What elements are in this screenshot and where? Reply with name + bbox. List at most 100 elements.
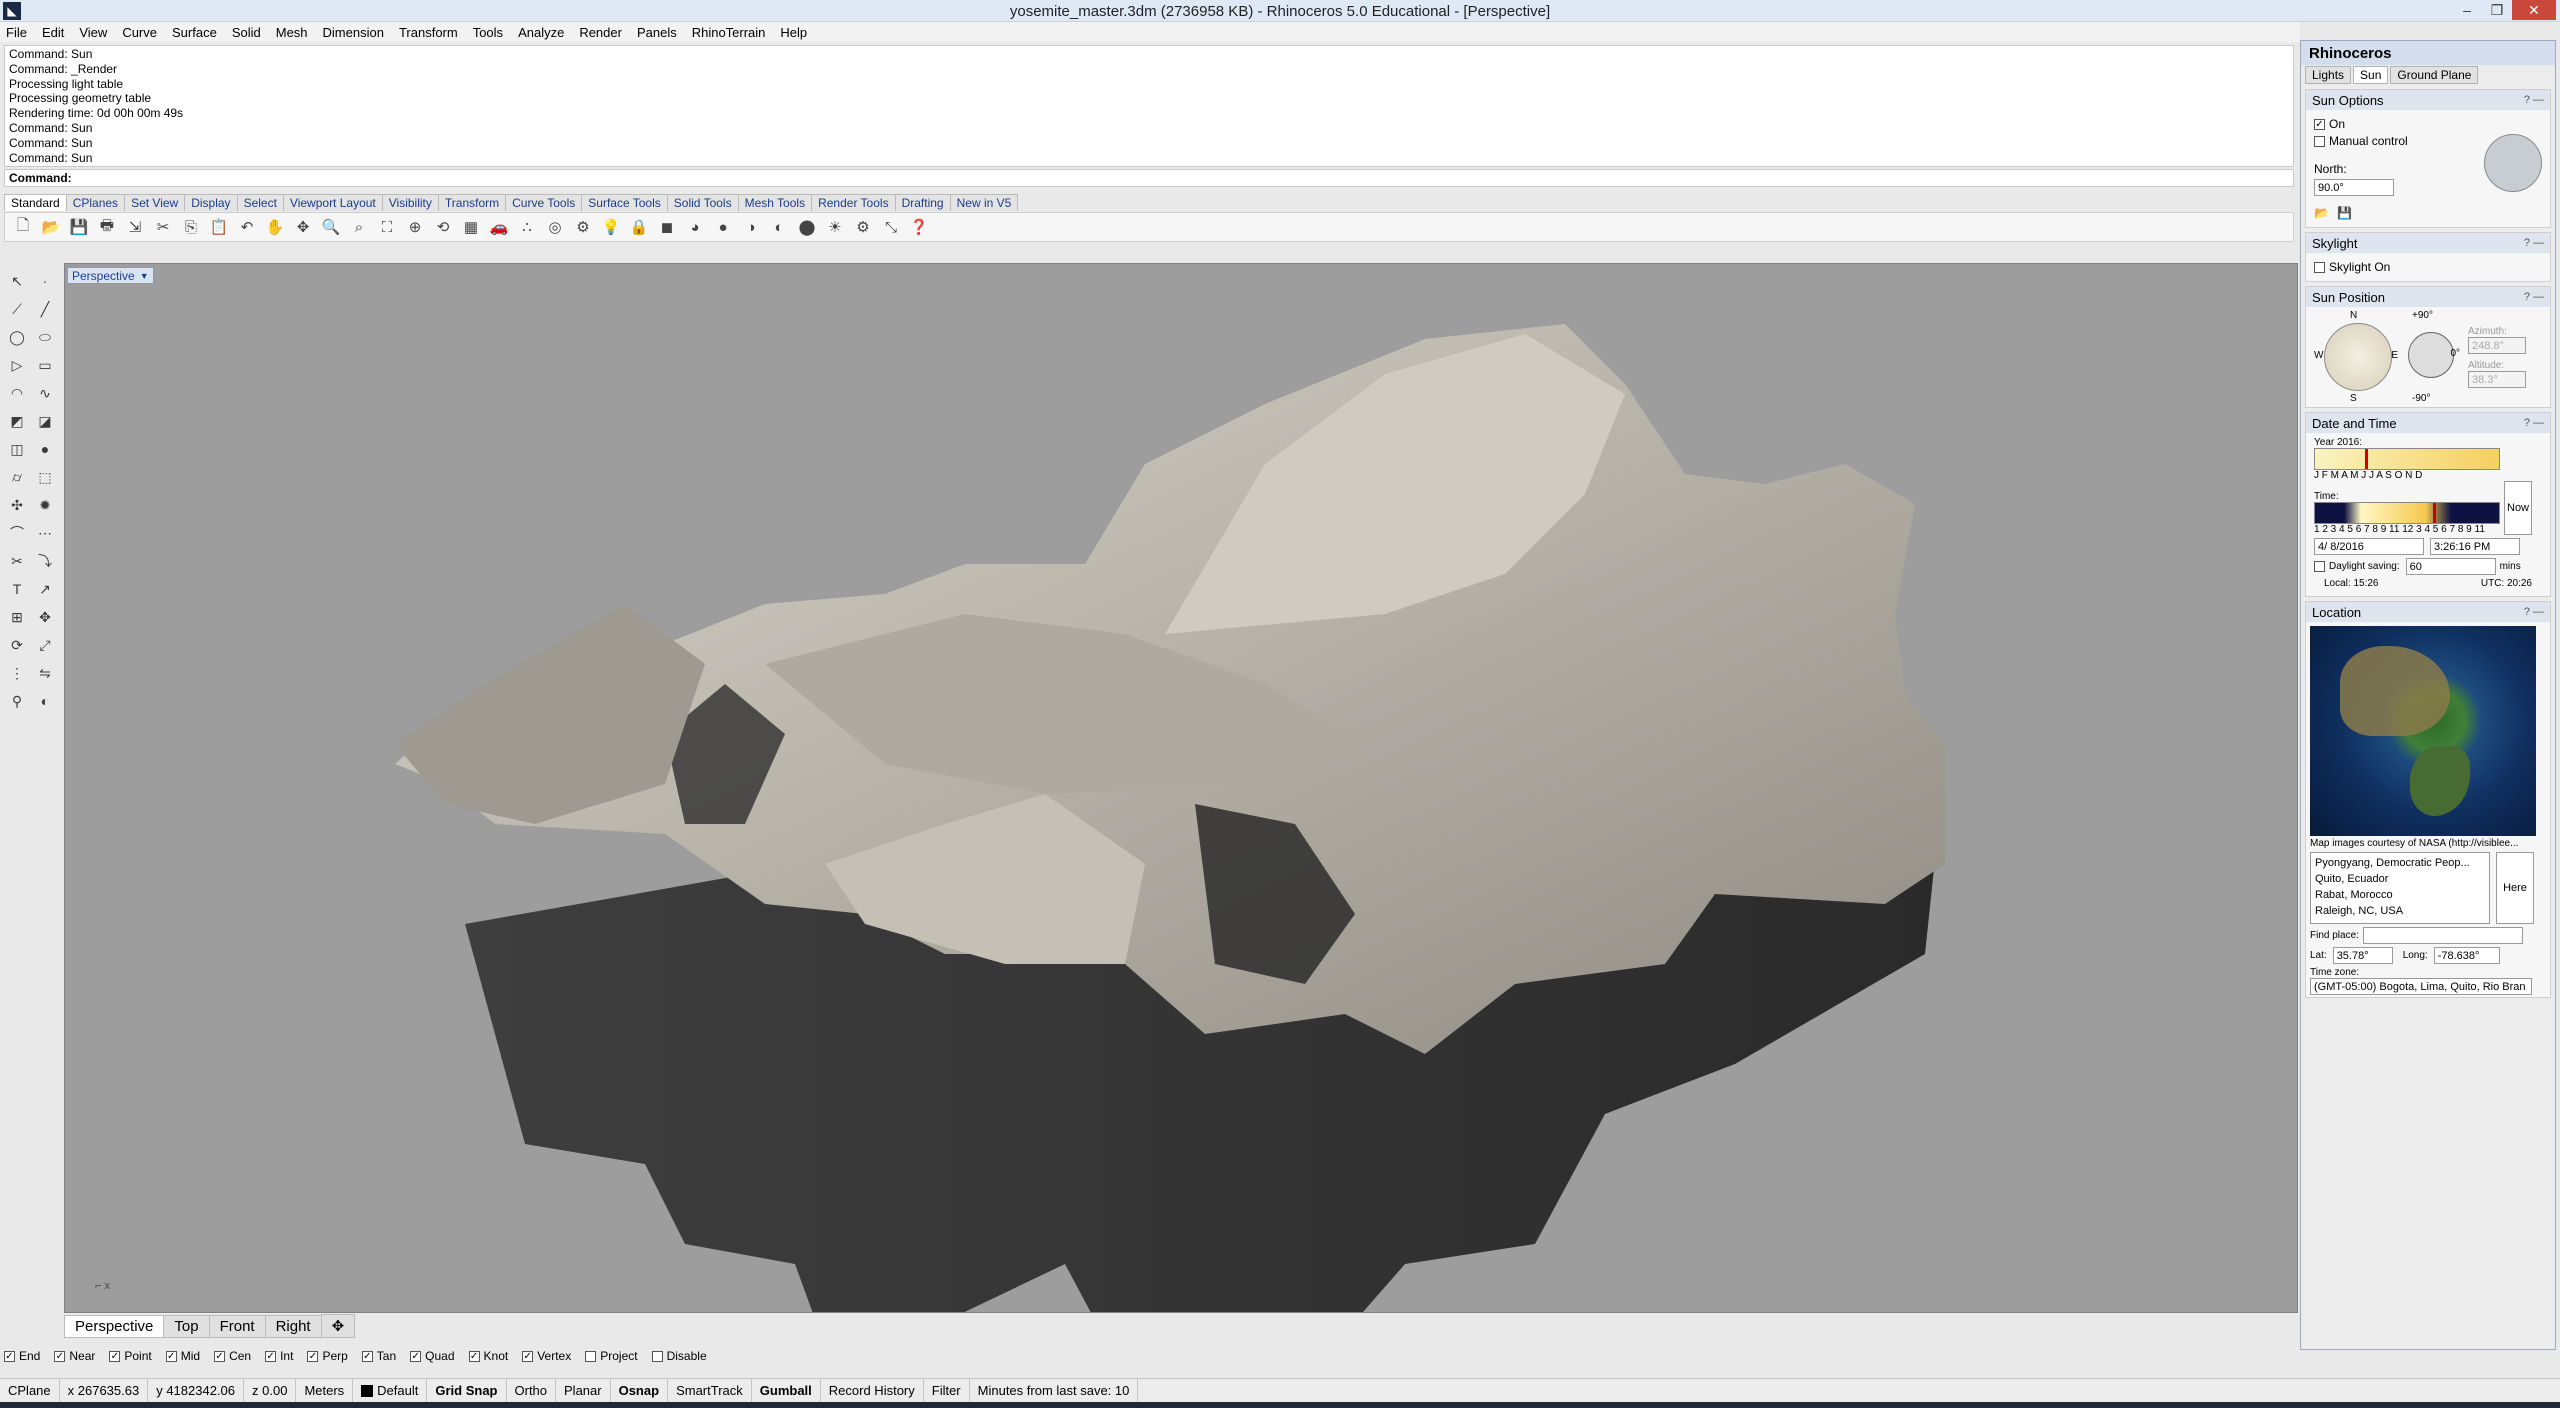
surface-icon[interactable]: ◩ <box>4 408 30 434</box>
manual-control-checkbox[interactable]: Manual control <box>2314 134 2408 148</box>
tab-standard[interactable]: Standard <box>4 194 67 211</box>
rectangle-icon[interactable]: ▭ <box>32 352 58 378</box>
undo-icon[interactable]: ↶ <box>235 215 259 239</box>
surface-from-curves-icon[interactable]: ◪ <box>32 408 58 434</box>
circle-icon[interactable]: ◯ <box>4 324 30 350</box>
menu-solid[interactable]: Solid <box>232 25 261 40</box>
osnap-int[interactable]: ✓ Int <box>265 1349 293 1363</box>
array-icon[interactable]: ⋮ <box>4 660 30 686</box>
smarttrack-toggle[interactable]: SmartTrack <box>668 1379 752 1402</box>
car-icon[interactable]: 🚗 <box>487 215 511 239</box>
skylight-checkbox[interactable]: Skylight On <box>2314 260 2542 274</box>
sun-on-checkbox[interactable]: ✓ On <box>2314 117 2408 131</box>
tab-solid-tools[interactable]: Solid Tools <box>666 194 739 211</box>
time-slider[interactable] <box>2314 502 2500 524</box>
north-input[interactable]: 90.0° <box>2314 179 2394 196</box>
options-icon[interactable]: ⚙ <box>851 215 875 239</box>
find-place-input[interactable] <box>2362 927 2523 944</box>
menu-help[interactable]: Help <box>780 25 807 40</box>
tab-viewport-layout[interactable]: Viewport Layout <box>282 194 383 211</box>
menu-analyze[interactable]: Analyze <box>518 25 564 40</box>
menu-edit[interactable]: Edit <box>42 25 64 40</box>
list-item[interactable]: Raleigh, NC, USA <box>2315 903 2485 919</box>
status-cplane[interactable]: CPlane <box>0 1379 60 1402</box>
list-item[interactable]: Pyongyang, Democratic Peop... <box>2315 855 2485 871</box>
line-icon[interactable]: ╱ <box>32 296 58 322</box>
pan-icon[interactable]: ✋ <box>263 215 287 239</box>
tab-select[interactable]: Select <box>236 194 284 211</box>
tab-surface-tools[interactable]: Surface Tools <box>581 194 668 211</box>
shaded-sphere-icon[interactable]: ◑ <box>739 215 763 239</box>
render-icon[interactable]: ☀ <box>823 215 847 239</box>
osnap-knot[interactable]: ✓ Knot <box>468 1349 508 1363</box>
tab-lights[interactable]: Lights <box>2305 66 2352 84</box>
rotate-icon[interactable]: ⟳ <box>4 632 30 658</box>
osnap-quad[interactable]: ✓ Quad <box>410 1349 455 1363</box>
move-icon[interactable]: ✥ <box>32 604 58 630</box>
extrude-icon[interactable]: ⬚ <box>32 464 58 490</box>
save-icon[interactable]: 💾 <box>67 215 91 239</box>
menu-file[interactable]: File <box>6 25 27 40</box>
select-icon[interactable]: ◎ <box>543 215 567 239</box>
help-icon[interactable]: ? — <box>2524 606 2544 618</box>
year-slider[interactable] <box>2314 448 2500 470</box>
zoom-extents-icon[interactable]: ⛶ <box>375 215 399 239</box>
print-icon[interactable]: 🖶 <box>95 215 119 239</box>
azimuth-input[interactable]: 248.8° <box>2468 337 2526 354</box>
menu-tools[interactable]: Tools <box>473 25 503 40</box>
daylight-checkbox[interactable] <box>2314 561 2325 572</box>
zoom-selected-icon[interactable]: ⊕ <box>403 215 427 239</box>
copy-icon[interactable]: ⎘ <box>179 215 203 239</box>
tab-visibility[interactable]: Visibility <box>381 194 439 211</box>
status-layer[interactable]: Default <box>353 1379 428 1402</box>
perspective-viewport[interactable]: Perspective ▼ ⌐ x <box>64 263 2298 1313</box>
timezone-select[interactable]: (GMT-05:00) Bogota, Lima, Quito, Rio Bra… <box>2310 978 2532 995</box>
render-sphere-icon[interactable]: ⬤ <box>795 215 819 239</box>
menu-dimension[interactable]: Dimension <box>323 25 384 40</box>
sun-azimuth-dial[interactable] <box>2324 323 2392 391</box>
render-tool-icon[interactable]: ◐ <box>32 688 58 714</box>
help-icon[interactable]: ? — <box>2524 291 2544 303</box>
material-icon[interactable]: ● <box>711 215 735 239</box>
tab-render-tools[interactable]: Render Tools <box>811 194 896 211</box>
menu-transform[interactable]: Transform <box>399 25 458 40</box>
osnap-disable[interactable]: Disable <box>651 1349 707 1363</box>
menu-curve[interactable]: Curve <box>122 25 157 40</box>
osnap-toggle[interactable]: Osnap <box>611 1379 669 1402</box>
help-icon[interactable]: ? — <box>2524 94 2544 106</box>
tab-drafting[interactable]: Drafting <box>894 194 951 211</box>
dimension-icon[interactable]: ↗ <box>32 576 58 602</box>
osnap-vertex[interactable]: ✓ Vertex <box>522 1349 571 1363</box>
rendered-sphere-icon[interactable]: ◐ <box>767 215 791 239</box>
time-input[interactable]: 3:26:16 PM <box>2430 538 2520 555</box>
tab-curve-tools[interactable]: Curve Tools <box>505 194 583 211</box>
now-button[interactable]: Now <box>2504 481 2532 535</box>
tab-transform[interactable]: Transform <box>437 194 507 211</box>
list-item[interactable]: Quito, Ecuador <box>2315 871 2485 887</box>
latitude-input[interactable]: 35.78° <box>2332 947 2393 964</box>
zoom-icon[interactable]: 🔍 <box>319 215 343 239</box>
osnap-project[interactable]: Project <box>585 1349 638 1363</box>
properties-icon[interactable]: ⚙ <box>571 215 595 239</box>
menu-view[interactable]: View <box>79 25 107 40</box>
explode-icon[interactable]: ✹ <box>32 492 58 518</box>
osnap-near[interactable]: ✓ Near <box>54 1349 95 1363</box>
tab-mesh-tools[interactable]: Mesh Tools <box>737 194 813 211</box>
zoom-window-icon[interactable]: ⌕ <box>347 215 371 239</box>
new-file-icon[interactable]: 🗋 <box>11 215 35 239</box>
curve-icon[interactable]: ∿ <box>32 380 58 406</box>
help-icon[interactable]: ❓ <box>907 215 931 239</box>
help-icon[interactable]: ? — <box>2524 237 2544 249</box>
light-icon[interactable]: 💡 <box>599 215 623 239</box>
altitude-input[interactable]: 38.3° <box>2468 371 2526 388</box>
date-input[interactable]: 4/ 8/2016 <box>2314 538 2424 555</box>
import-icon[interactable]: ⇲ <box>123 215 147 239</box>
north-compass[interactable] <box>2484 134 2542 192</box>
tab-ground-plane[interactable]: Ground Plane <box>2390 66 2479 84</box>
tab-new-in-v5[interactable]: New in V5 <box>949 194 1019 211</box>
close-button[interactable]: ✕ <box>2512 0 2556 20</box>
osnap-mid[interactable]: ✓ Mid <box>165 1349 200 1363</box>
osnap-perp[interactable]: ✓ Perp <box>307 1349 348 1363</box>
arc-icon[interactable]: ◠ <box>4 380 30 406</box>
view-tab-top[interactable]: Top <box>163 1315 210 1338</box>
